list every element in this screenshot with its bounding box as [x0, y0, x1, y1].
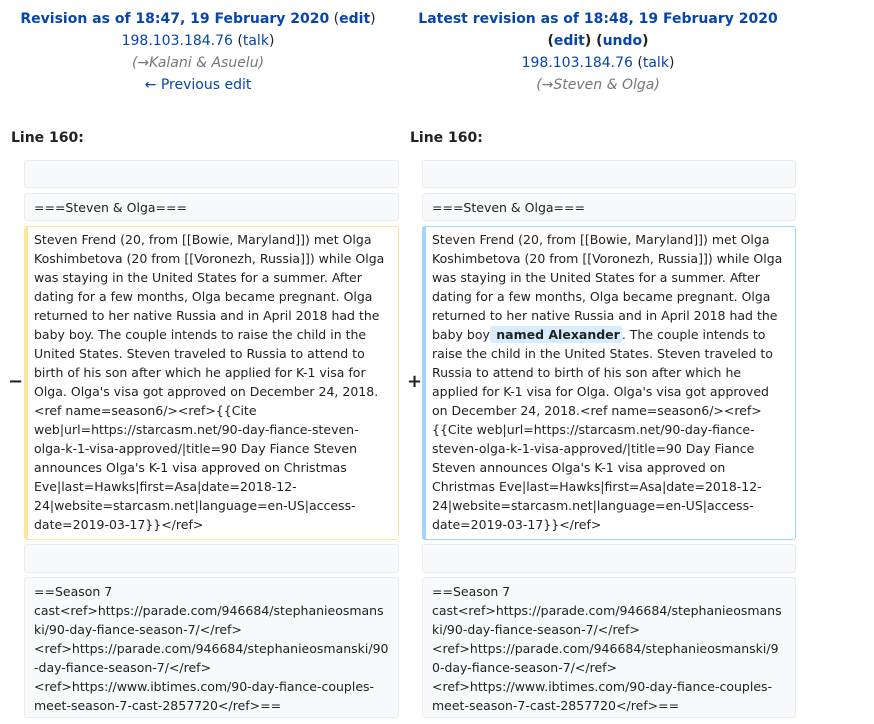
old-revision-header: Revision as of 18:47, 19 February 2020 (…: [0, 8, 396, 96]
context-season7-right: ==Season 7 cast<ref>https://parade.com/9…: [422, 577, 796, 718]
new-revision-comment: (→Steven & Olga): [536, 77, 660, 93]
new-revision-user-link[interactable]: 198.103.184.76: [522, 55, 633, 71]
line-number-right: Line 160:: [410, 130, 483, 146]
context-empty-left-2: [24, 544, 399, 573]
new-revision-header: Latest revision as of 18:48, 19 February…: [396, 8, 800, 96]
undo-link[interactable]: undo: [603, 33, 643, 49]
added-line: Steven Frend (20, from [[Bowie, Maryland…: [422, 226, 796, 540]
added-line-marker: +: [407, 371, 423, 392]
new-revision-talk-link[interactable]: talk: [643, 55, 669, 71]
context-heading-right: ===Steven & Olga===: [422, 193, 796, 221]
old-revision-talk-link[interactable]: talk: [243, 33, 269, 49]
context-empty-left: [24, 160, 399, 188]
new-revision-comment-arrow-link[interactable]: →: [542, 77, 554, 93]
context-season7-left: ==Season 7 cast<ref>https://parade.com/9…: [24, 577, 399, 718]
new-revision-edit-link[interactable]: edit: [554, 33, 585, 49]
inserted-text: named Alexander: [489, 326, 622, 343]
deleted-line: Steven Frend (20, from [[Bowie, Maryland…: [24, 226, 399, 540]
old-revision-user-link[interactable]: 198.103.184.76: [122, 33, 233, 49]
old-revision-comment-arrow-link[interactable]: →: [137, 55, 149, 71]
deleted-line-marker: −: [8, 371, 24, 392]
line-number-left: Line 160:: [11, 130, 84, 146]
context-empty-right: [422, 160, 796, 188]
old-revision-edit-link[interactable]: edit: [339, 11, 370, 27]
context-empty-right-2: [422, 544, 796, 573]
old-revision-title-link[interactable]: Revision as of 18:47, 19 February 2020: [20, 11, 329, 27]
old-revision-comment: (→Kalani & Asuelu): [131, 55, 265, 71]
new-revision-title-link[interactable]: Latest revision as of 18:48, 19 February…: [418, 11, 777, 27]
context-heading-left: ===Steven & Olga===: [24, 193, 399, 221]
previous-edit-link[interactable]: ← Previous edit: [145, 77, 252, 93]
